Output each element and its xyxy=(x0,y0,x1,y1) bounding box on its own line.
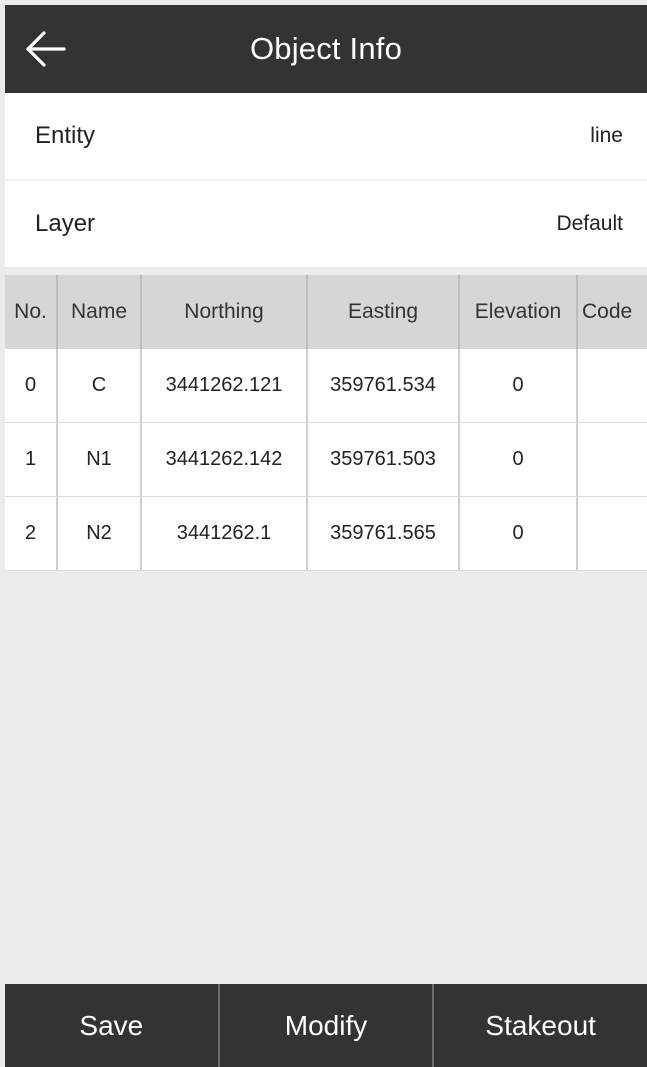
column-header-elevation: Elevation xyxy=(460,275,578,349)
app-screen: Object Info Entity line Layer Default No… xyxy=(5,5,647,1067)
table-body: 0 C 3441262.121 359761.534 0 1 N1 344126… xyxy=(5,349,647,571)
cell-code xyxy=(578,497,647,570)
table-row[interactable]: 0 C 3441262.121 359761.534 0 xyxy=(5,349,647,423)
cell-elevation: 0 xyxy=(460,349,578,422)
cell-northing: 3441262.142 xyxy=(142,423,308,496)
cell-elevation: 0 xyxy=(460,423,578,496)
layer-label: Layer xyxy=(35,210,96,237)
cell-name: N1 xyxy=(58,423,142,496)
entity-label: Entity xyxy=(35,122,96,149)
cell-no: 0 xyxy=(5,349,58,422)
column-header-easting: Easting xyxy=(308,275,460,349)
cell-easting: 359761.534 xyxy=(308,349,460,422)
entity-value: line xyxy=(590,124,623,147)
cell-easting: 359761.565 xyxy=(308,497,460,570)
top-app-bar: Object Info xyxy=(5,5,647,93)
cell-no: 2 xyxy=(5,497,58,570)
cell-northing: 3441262.1 xyxy=(142,497,308,570)
cell-northing: 3441262.121 xyxy=(142,349,308,422)
layer-value: Default xyxy=(556,212,623,235)
page-title: Object Info xyxy=(249,31,403,66)
bottom-action-bar: Save Modify Stakeout xyxy=(5,984,647,1067)
column-header-code: Code xyxy=(582,300,633,323)
column-header-name: Name xyxy=(58,275,142,349)
stakeout-button[interactable]: Stakeout xyxy=(434,984,647,1067)
cell-elevation: 0 xyxy=(460,497,578,570)
column-header-no: No. xyxy=(5,275,58,349)
cell-name: N2 xyxy=(58,497,142,570)
cell-code xyxy=(578,423,647,496)
table-row[interactable]: 1 N1 3441262.142 359761.503 0 xyxy=(5,423,647,497)
entity-row: Entity line xyxy=(5,93,647,179)
cell-code xyxy=(578,349,647,422)
table-header-row: No. Name Northing Easting Elevation Code xyxy=(5,275,647,349)
layer-row[interactable]: Layer Default xyxy=(5,181,647,267)
save-button[interactable]: Save xyxy=(5,984,220,1067)
modify-button[interactable]: Modify xyxy=(220,984,435,1067)
table-row[interactable]: 2 N2 3441262.1 359761.565 0 xyxy=(5,497,647,571)
cell-no: 1 xyxy=(5,423,58,496)
cell-easting: 359761.503 xyxy=(308,423,460,496)
points-table: No. Name Northing Easting Elevation Code… xyxy=(5,275,647,571)
cell-name: C xyxy=(58,349,142,422)
column-header-northing: Northing xyxy=(142,275,308,349)
